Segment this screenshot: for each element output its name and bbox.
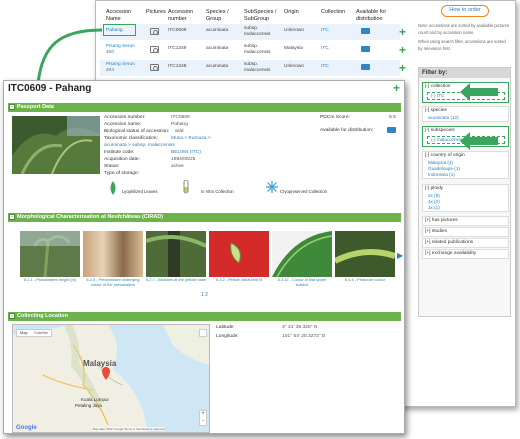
zoom-control[interactable]: + - [199, 410, 207, 426]
morph-photo[interactable] [145, 231, 207, 277]
map-button[interactable]: Map [17, 330, 28, 335]
field-value: Pahang [171, 122, 188, 127]
latitude-value: 3° 31' 35.328" N [282, 325, 318, 330]
map-city-label: Petaling Jaya [75, 403, 103, 408]
field-label: Acquisition date: [104, 157, 140, 162]
morph-caption[interactable]: 6.3.12 - Colour of leaf upper surface [272, 277, 332, 287]
field-value: wild [175, 129, 184, 134]
passport-section-header[interactable]: - Passport Data [8, 103, 401, 112]
field-label: Accession name: [104, 122, 142, 127]
morph-photo[interactable] [83, 231, 143, 277]
map-country-label: Malaysia [83, 359, 117, 368]
map-city-label: Kuala Lumpur [81, 397, 110, 402]
storage-label: Cryopreserved Collection [280, 189, 328, 194]
morph-photo[interactable] [272, 231, 333, 278]
field-label: Institute code: [104, 150, 135, 155]
institute-link[interactable]: BEL084 (ITC) [171, 150, 201, 156]
available-label: Available for distribution: [320, 128, 374, 133]
collecting-section-header[interactable]: - Collecting Location [8, 312, 401, 321]
field-label: Type of storage: [104, 171, 140, 176]
section-title: Collecting Location [17, 313, 69, 319]
fullscreen-icon[interactable] [199, 329, 207, 337]
arrow-left-icon [460, 132, 498, 150]
snowflake-icon [266, 181, 278, 193]
section-title: Passport Data [17, 104, 54, 110]
field-value: active [171, 164, 184, 169]
test-tube-icon [183, 180, 189, 194]
collecting-map[interactable]: Map Satellite Malaysia Kuala Lumpur Peta… [12, 324, 210, 433]
longitude-label: Longitude: [216, 334, 239, 339]
field-label: Accession number: [104, 115, 146, 120]
morph-caption[interactable]: 6.2.5 - Predominant underlying colour of… [83, 277, 143, 287]
taxonomy-link[interactable]: Musa > Eumusa > [171, 136, 211, 142]
map-type-toggle[interactable]: Map Satellite [16, 329, 52, 337]
pager[interactable]: 1 2 [201, 292, 208, 298]
morph-caption[interactable]: 6.3.2 - Petiole canal leaf III [209, 277, 269, 283]
field-value: ITC0609 [171, 115, 190, 120]
itc-badge-icon [387, 127, 396, 133]
pdc-label: PDCm Score: [320, 115, 350, 120]
field-label: Taxonomic classification: [104, 136, 158, 141]
collapse-icon[interactable]: - [9, 104, 15, 110]
section-title: Morphological Characterisation at Neufch… [17, 214, 164, 220]
add-to-cart-icon[interactable]: + [393, 82, 400, 94]
field-label: Biological status of accession: [104, 129, 170, 134]
taxonomy-link[interactable]: acuminata > subsp. malaccensis [104, 143, 175, 149]
arrow-left-icon [460, 83, 498, 101]
storage-label: Lyophilized Leaves [122, 189, 158, 194]
next-arrow-icon[interactable]: ▶ [397, 251, 403, 260]
morph-caption[interactable]: 6.4.4 - Peduncle colour [335, 277, 395, 283]
page-title: ITC0609 - Pahang [8, 83, 92, 94]
morph-photo[interactable] [209, 231, 269, 277]
google-logo: Google [16, 425, 37, 431]
collapse-icon[interactable]: - [9, 214, 15, 220]
latitude-label: Latitude: [216, 325, 235, 330]
morph-photo[interactable] [333, 231, 396, 277]
accession-detail-window: ITC0609 - Pahang + - Passport Data Acces… [3, 80, 405, 434]
morph-caption[interactable]: 6.2.7 - Blotches at the petiole base [146, 277, 206, 283]
leaf-icon [110, 181, 116, 195]
field-value: 1984/05/25 [171, 157, 196, 162]
field-label: Status: [104, 164, 120, 169]
collapse-icon[interactable]: - [9, 313, 15, 319]
longitude-value: 101° 54' 20.3272" E [282, 334, 326, 339]
pdc-value: 8.5 [389, 115, 396, 120]
storage-label: In Vitro Collection [201, 189, 234, 194]
morph-section-header[interactable]: - Morphological Characterisation at Neuf… [8, 213, 401, 222]
banana-plant-photo [12, 116, 100, 174]
morph-photo[interactable] [20, 231, 80, 278]
map-footer: Map data ©2017 Google Terms of Use Repor… [93, 427, 166, 431]
satellite-button[interactable]: Satellite [29, 330, 48, 335]
morph-caption[interactable]: 6.2.1 - Pseudostem height [m] [20, 277, 80, 283]
